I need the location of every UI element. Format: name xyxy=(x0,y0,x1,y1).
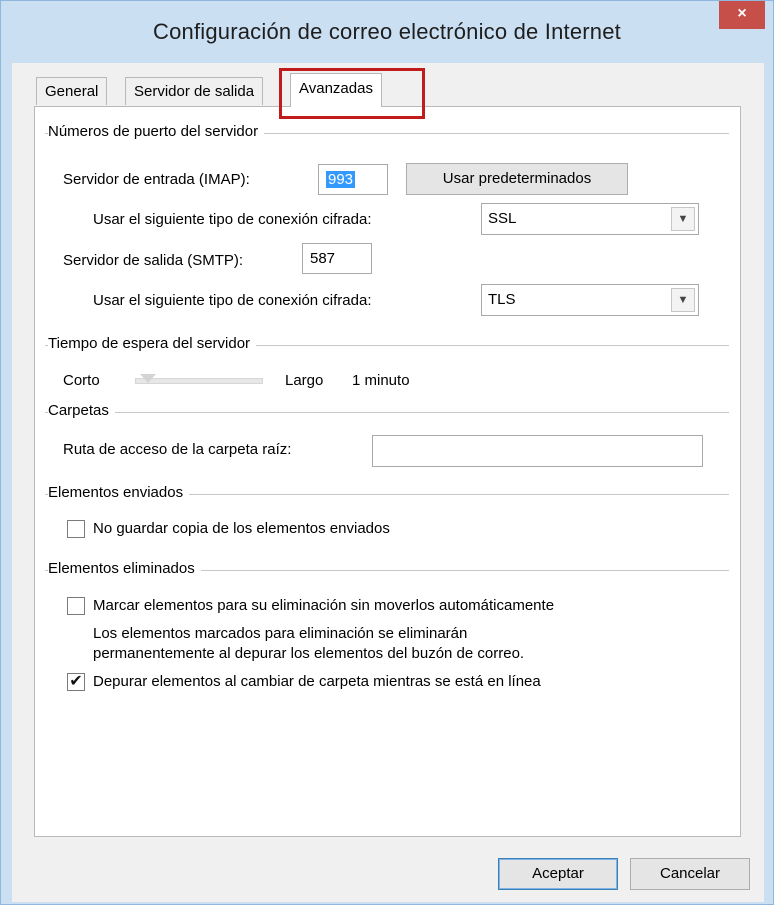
incoming-port-input[interactable]: 993 xyxy=(318,164,388,195)
no-copy-label[interactable]: No guardar copia de los elementos enviad… xyxy=(93,520,390,537)
cancel-button[interactable]: Cancelar xyxy=(630,858,750,890)
root-folder-input[interactable] xyxy=(372,435,703,467)
no-copy-checkbox[interactable] xyxy=(67,520,85,538)
close-button[interactable]: × xyxy=(719,1,765,29)
separator xyxy=(45,412,729,413)
tab-general[interactable]: General xyxy=(36,77,108,105)
chevron-down-icon[interactable]: ▼ xyxy=(671,207,695,231)
encryption-label-outgoing: Usar el siguiente tipo de conexión cifra… xyxy=(93,292,372,309)
encryption-select-incoming[interactable]: SSL ▼ xyxy=(481,203,699,235)
purge-on-folder-switch-label[interactable]: Depurar elementos al cambiar de carpeta … xyxy=(93,673,541,690)
outgoing-port-input[interactable]: 587 xyxy=(302,243,372,274)
ok-button[interactable]: Aceptar xyxy=(498,858,618,890)
encryption-value-outgoing: TLS xyxy=(488,291,516,308)
timeout-value: 1 minuto xyxy=(352,372,410,389)
mark-for-deletion-checkbox[interactable] xyxy=(67,597,85,615)
incoming-server-label: Servidor de entrada (IMAP): xyxy=(63,171,250,188)
tab-outgoing-server[interactable]: Servidor de salida xyxy=(125,77,264,105)
section-folders: Carpetas xyxy=(48,402,115,419)
use-defaults-button[interactable]: Usar predeterminados xyxy=(406,163,628,195)
tab-highlight-box xyxy=(279,68,425,119)
incoming-port-value: 993 xyxy=(326,171,356,188)
encryption-select-outgoing[interactable]: TLS ▼ xyxy=(481,284,699,316)
chevron-down-icon[interactable]: ▼ xyxy=(671,288,695,312)
dialog-client: General Servidor de salida Avanzadas Núm… xyxy=(12,63,764,902)
deletion-info-line2: permanentemente al depurar los elementos… xyxy=(93,645,525,662)
mark-for-deletion-label[interactable]: Marcar elementos para su eliminación sin… xyxy=(93,597,554,614)
root-folder-label: Ruta de acceso de la carpeta raíz: xyxy=(63,441,292,458)
window-title: Configuración de correo electrónico de I… xyxy=(152,19,621,44)
timeout-long-label: Largo xyxy=(285,372,324,389)
dialog-window: Configuración de correo electrónico de I… xyxy=(0,0,774,905)
section-sent-items: Elementos enviados xyxy=(48,484,190,501)
purge-on-folder-switch-checkbox[interactable]: ✔ xyxy=(67,673,85,691)
outgoing-server-label: Servidor de salida (SMTP): xyxy=(63,252,244,269)
deletion-info-line1: Los elementos marcados para eliminación … xyxy=(93,625,468,642)
encryption-label-incoming: Usar el siguiente tipo de conexión cifra… xyxy=(93,211,372,228)
timeout-slider-thumb[interactable] xyxy=(139,374,156,383)
encryption-value-incoming: SSL xyxy=(488,210,517,227)
advanced-panel: Números de puerto del servidor Servidor … xyxy=(34,106,741,837)
section-timeout: Tiempo de espera del servidor xyxy=(48,335,257,352)
section-ports: Números de puerto del servidor xyxy=(48,123,265,140)
timeout-short-label: Corto xyxy=(63,372,100,389)
section-deleted-items: Elementos eliminados xyxy=(48,560,201,577)
